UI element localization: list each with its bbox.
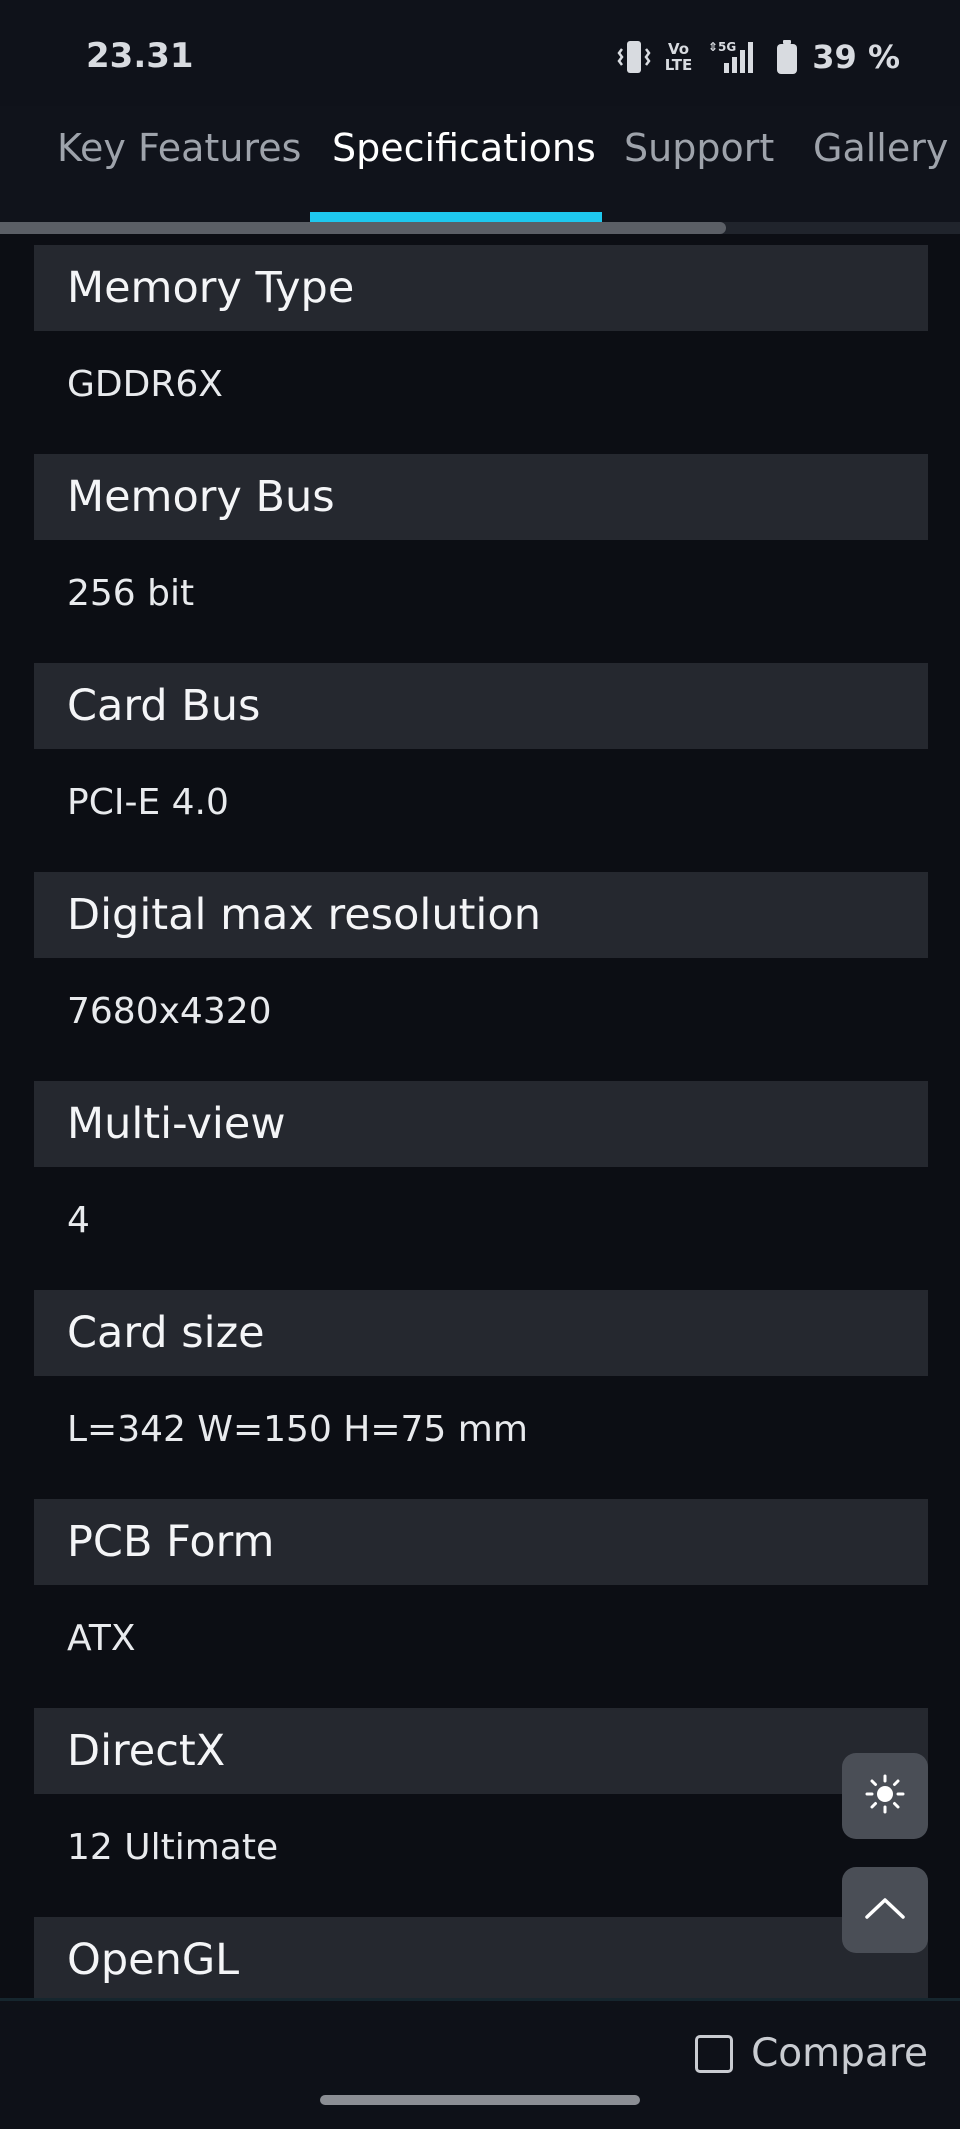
spec-value: L=342 W=150 H=75 mm xyxy=(67,1408,528,1450)
spec-value: ATX xyxy=(67,1617,136,1659)
spec-item: Digital max resolution 7680x4320 xyxy=(34,872,928,1081)
tab-support[interactable]: Support xyxy=(624,126,774,170)
tab-specifications[interactable]: Specifications xyxy=(332,126,596,170)
spec-label: PCB Form xyxy=(34,1499,928,1585)
spec-value: 12 Ultimate xyxy=(67,1826,279,1868)
spec-item: DirectX 12 Ultimate xyxy=(34,1708,928,1917)
spec-label: Card size xyxy=(34,1290,928,1376)
compare-toggle[interactable]: Compare xyxy=(695,2031,928,2076)
status-time: 23.31 xyxy=(86,36,194,76)
status-icons: Vo LTE ⇕5G 39 % xyxy=(617,38,900,76)
tab-scrollbar[interactable] xyxy=(0,222,960,234)
spec-value: GDDR6X xyxy=(67,363,223,405)
vibrate-icon xyxy=(617,39,651,75)
spec-label: Multi-view xyxy=(34,1081,928,1167)
chevron-up-icon xyxy=(864,1895,906,1925)
status-bar: 23.31 Vo LTE ⇕5G 39 % xyxy=(0,0,960,106)
signal-icon: ⇕5G xyxy=(706,39,762,75)
scroll-to-top-button[interactable] xyxy=(842,1867,928,1953)
spec-value: 256 bit xyxy=(67,572,195,614)
svg-text:⇕5G: ⇕5G xyxy=(708,40,736,54)
theme-toggle-button[interactable] xyxy=(842,1753,928,1839)
tab-scrollbar-thumb[interactable] xyxy=(0,222,726,234)
volte-icon: Vo LTE xyxy=(664,40,693,74)
spec-value: 4 xyxy=(67,1199,90,1241)
spec-list: Memory Type GDDR6X Memory Bus 256 bit Ca… xyxy=(34,245,928,2126)
tab-key-features[interactable]: Key Features xyxy=(57,126,301,170)
spec-label: Memory Type xyxy=(34,245,928,331)
compare-label[interactable]: Compare xyxy=(751,2031,928,2076)
spec-item: Memory Bus 256 bit xyxy=(34,454,928,663)
compare-bar: Compare xyxy=(0,1998,960,2129)
spec-label: DirectX xyxy=(34,1708,928,1794)
active-tab-indicator xyxy=(310,212,602,222)
spec-label: OpenGL xyxy=(34,1917,928,2003)
tab-gallery[interactable]: Gallery xyxy=(813,126,948,170)
spec-value: 7680x4320 xyxy=(67,990,272,1032)
spec-item: PCB Form ATX xyxy=(34,1499,928,1708)
spec-label: Card Bus xyxy=(34,663,928,749)
sun-icon xyxy=(865,1774,905,1818)
spec-item: Card size L=342 W=150 H=75 mm xyxy=(34,1290,928,1499)
spec-item: Card Bus PCI-E 4.0 xyxy=(34,663,928,872)
compare-checkbox[interactable] xyxy=(695,2034,734,2073)
spec-label: Digital max resolution xyxy=(34,872,928,958)
battery-percent: 39 % xyxy=(812,38,900,76)
spec-label: Memory Bus xyxy=(34,454,928,540)
spec-item: Multi-view 4 xyxy=(34,1081,928,1290)
battery-icon xyxy=(776,39,798,75)
tab-bar: Key Features Specifications Support Gall… xyxy=(0,106,960,222)
home-indicator[interactable] xyxy=(320,2095,640,2105)
spec-item: Memory Type GDDR6X xyxy=(34,245,928,454)
spec-value: PCI-E 4.0 xyxy=(67,781,229,823)
